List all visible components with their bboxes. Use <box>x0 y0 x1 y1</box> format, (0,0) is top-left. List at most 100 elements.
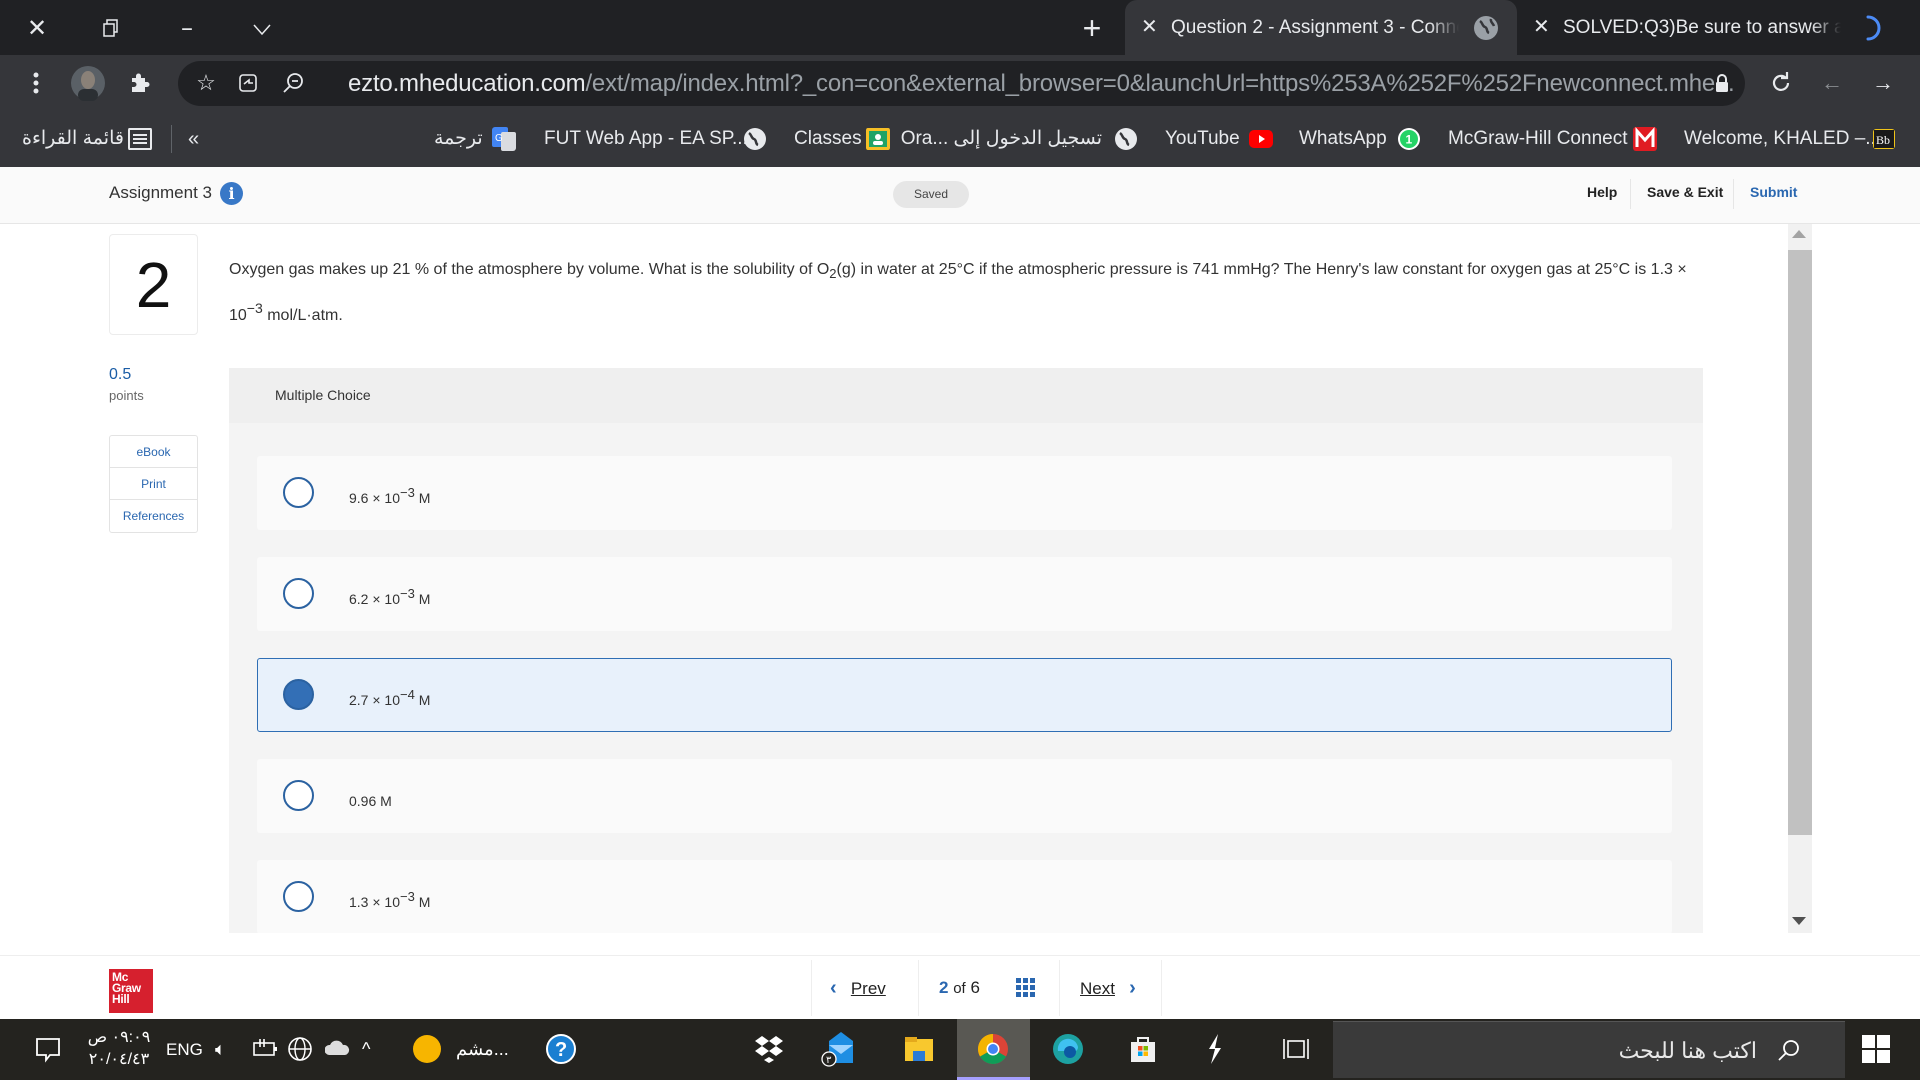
help-link[interactable]: Help <box>1587 184 1617 200</box>
bookmark-welcome-khaled[interactable]: Welcome, KHALED –... <box>1684 111 1881 167</box>
bookmark-classes[interactable]: Classes <box>794 111 862 167</box>
bookmark-youtube[interactable]: YouTube <box>1165 111 1240 167</box>
language-indicator[interactable]: ENG <box>166 1019 203 1080</box>
show-hidden-icons-button[interactable]: ^ <box>362 1019 370 1080</box>
bookmark-fut-web-app[interactable]: FUT Web App - EA SP... <box>544 111 748 167</box>
multiple-choice-panel: Multiple Choice 9.6 × 10−3 M 6.2 × 10−3 … <box>229 368 1703 933</box>
points-label: points <box>109 388 144 403</box>
pager-divider <box>811 960 812 1016</box>
pager-divider <box>918 960 919 1016</box>
restore-window-button[interactable] <box>92 8 132 48</box>
new-tab-button[interactable]: + <box>1072 8 1112 48</box>
volume-icon[interactable]: 🔈︎ <box>215 1019 226 1080</box>
chrome-taskbar-button-active[interactable] <box>957 1019 1030 1080</box>
radio-button[interactable] <box>283 477 314 508</box>
profile-button[interactable] <box>68 63 108 103</box>
url-text[interactable]: ezto.mheducation.com/ext/map/index.html?… <box>348 61 1735 106</box>
scroll-down-arrow-icon[interactable] <box>1792 917 1806 925</box>
scrollbar-thumb[interactable] <box>1788 250 1812 835</box>
ebook-link[interactable]: eBook <box>110 436 197 468</box>
bookmark-reading-list[interactable]: قائمة القراءة <box>22 111 124 167</box>
bookmark-translate[interactable]: ترجمة <box>434 111 483 167</box>
answer-choice[interactable]: 9.6 × 10−3 M <box>257 456 1672 530</box>
battery-icon[interactable] <box>252 1033 278 1065</box>
help-question-icon[interactable]: ? <box>545 1033 577 1065</box>
question-type-header: Multiple Choice <box>229 368 1703 423</box>
mail-app-icon[interactable]: ٣ <box>821 1031 861 1067</box>
network-globe-icon[interactable] <box>287 1033 315 1065</box>
whatsapp-icon: 1 <box>1398 128 1420 150</box>
google-translate-icon: G <box>492 127 516 151</box>
next-button[interactable]: Next › <box>1080 956 1136 1020</box>
info-icon[interactable]: i <box>220 182 243 205</box>
bookmark-star-button[interactable]: ☆ <box>186 63 226 103</box>
extensions-button[interactable] <box>120 63 160 103</box>
question-prompt: Oxygen gas makes up 21 % of the atmosphe… <box>229 261 1687 324</box>
answer-choice[interactable]: 1.3 × 10−3 M <box>257 860 1672 933</box>
tab-solved-q3[interactable]: ✕ SOLVED:Q3)Be sure to answer all parts <box>1517 0 1899 55</box>
dropbox-icon[interactable] <box>753 1033 785 1065</box>
lightning-app-icon[interactable] <box>1204 1033 1226 1065</box>
microsoft-store-icon[interactable] <box>1127 1033 1159 1065</box>
browser-menu-button[interactable] <box>16 63 56 103</box>
windows-taskbar: ٠٩:٠٩ ص ٢٠/٠٤/٤٣ ENG 🔈︎ ^ مشم... ? ٣ اكت… <box>0 1019 1920 1080</box>
task-view-icon[interactable] <box>1282 1033 1310 1065</box>
reading-list-icon[interactable] <box>128 127 152 151</box>
print-link[interactable]: Print <box>110 468 197 500</box>
scroll-up-arrow-icon[interactable] <box>1792 230 1806 238</box>
forward-button[interactable]: → <box>1863 63 1903 103</box>
bookmarks-overflow-button[interactable]: « <box>188 111 199 167</box>
clock[interactable]: ٠٩:٠٩ ص ٢٠/٠٤/٤٣ <box>80 1019 158 1080</box>
address-bar[interactable]: ☆ ezto.mheducation.com/ext/map/index.htm… <box>178 61 1745 106</box>
reload-button[interactable] <box>1761 63 1801 103</box>
references-link[interactable]: References <box>110 500 197 532</box>
zoom-button[interactable] <box>273 63 313 103</box>
chrome-icon <box>977 1034 1008 1065</box>
weather-label[interactable]: مشم... <box>456 1019 509 1080</box>
prev-button[interactable]: ‹ Prev <box>830 956 886 1020</box>
onedrive-cloud-icon[interactable] <box>325 1033 351 1065</box>
minimize-window-button[interactable]: – <box>167 8 207 48</box>
share-button[interactable] <box>228 63 268 103</box>
radio-button-checked[interactable] <box>283 679 314 710</box>
bookmark-ora-login[interactable]: تسجيل الدخول إلى ...Ora <box>901 111 1102 167</box>
svg-text:G: G <box>495 133 503 144</box>
back-button[interactable]: ← <box>1812 63 1852 103</box>
radio-button[interactable] <box>283 780 314 811</box>
edge-browser-icon[interactable] <box>1052 1033 1084 1065</box>
answer-choice-selected[interactable]: 2.7 × 10−4 M <box>257 658 1672 732</box>
taskbar-search-box[interactable]: اكتب هنا للبحث <box>1333 1021 1845 1078</box>
assignment-title: Assignment 3 <box>109 183 212 202</box>
mcgraw-hill-logo: Mc Graw Hill <box>109 969 153 1013</box>
content-scrollbar[interactable] <box>1788 224 1812 933</box>
tab-title: SOLVED:Q3)Be sure to answer all parts <box>1563 0 1841 55</box>
file-explorer-icon[interactable] <box>903 1033 935 1065</box>
tab-close-icon[interactable]: ✕ <box>1533 0 1550 55</box>
puzzle-icon <box>132 73 150 92</box>
saved-status-badge: Saved <box>893 181 969 208</box>
answer-choice[interactable]: 6.2 × 10−3 M <box>257 557 1672 631</box>
save-exit-link[interactable]: Save & Exit <box>1647 184 1723 200</box>
tab-question-2[interactable]: ✕ Question 2 - Assignment 3 - Connect <box>1125 0 1517 55</box>
chevron-left-icon: ‹ <box>830 977 837 999</box>
tab-search-button[interactable] <box>242 8 282 48</box>
chevron-right-icon: › <box>1129 977 1136 999</box>
answer-choice[interactable]: 0.96 M <box>257 759 1672 833</box>
notification-center-icon[interactable] <box>34 1033 62 1065</box>
loading-spinner-icon <box>1866 15 1881 41</box>
svg-text:1: 1 <box>1406 133 1413 147</box>
radio-button[interactable] <box>283 578 314 609</box>
page-indicator: 2 of 6 <box>939 978 980 997</box>
weather-sun-icon[interactable] <box>411 1033 443 1065</box>
windows-start-button[interactable] <box>1862 1035 1890 1063</box>
bookmark-mcgraw-hill-connect[interactable]: McGraw-Hill Connect <box>1448 111 1627 167</box>
bookmark-whatsapp[interactable]: WhatsApp <box>1299 111 1387 167</box>
submit-link[interactable]: Submit <box>1750 184 1797 200</box>
radio-button[interactable] <box>283 881 314 912</box>
close-window-button[interactable]: ✕ <box>17 8 57 48</box>
lock-icon[interactable] <box>1715 73 1729 93</box>
avatar <box>71 66 105 101</box>
question-grid-icon[interactable] <box>1016 978 1035 997</box>
assignment-header: Assignment 3 i Saved Help Save & Exit Su… <box>0 167 1920 224</box>
tab-close-icon[interactable]: ✕ <box>1141 0 1158 55</box>
